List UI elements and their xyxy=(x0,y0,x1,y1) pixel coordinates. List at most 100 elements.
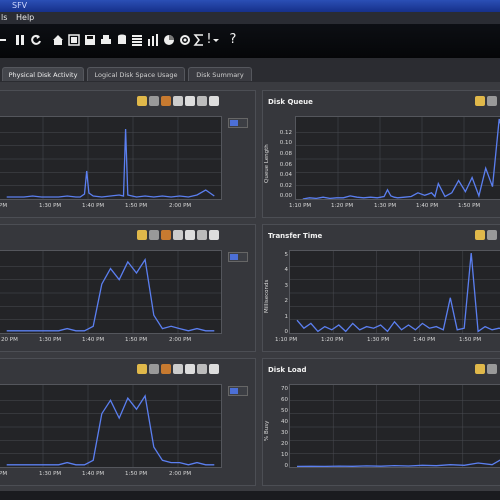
x-tick: 1:30 PM xyxy=(39,471,62,477)
panel-disk-queue: Disk Queue Queue Length 0.12 0.10 0.08 0… xyxy=(262,90,500,218)
print-chart-icon[interactable] xyxy=(209,96,219,106)
panel-title: Disk Load xyxy=(268,366,307,374)
filter-icon[interactable] xyxy=(173,230,183,240)
y-tick: 40 xyxy=(281,419,288,425)
x-tick: 2:00 PM xyxy=(169,337,192,343)
palette-icon[interactable] xyxy=(149,230,159,240)
zoom-icon[interactable] xyxy=(137,96,147,106)
database-icon[interactable] xyxy=(116,30,128,50)
settings-icon[interactable] xyxy=(179,30,191,50)
legend-toggle[interactable] xyxy=(228,386,248,396)
y-tick: 0.04 xyxy=(279,172,292,178)
trend-icon[interactable] xyxy=(161,364,171,374)
plot-area xyxy=(0,250,222,334)
x-tick: 1:50 PM xyxy=(125,471,148,477)
print-chart-icon[interactable] xyxy=(209,230,219,240)
panel-transfer-time: Transfer Time Milliseconds 5 4 3 2 1 0 1… xyxy=(262,224,500,352)
table-view-icon[interactable] xyxy=(185,364,195,374)
y-tick: 2 xyxy=(284,298,289,304)
x-tick: 1:50 PM xyxy=(459,337,482,343)
x-tick: 20 PM xyxy=(1,337,18,343)
stop-icon[interactable] xyxy=(0,30,8,50)
series-line xyxy=(6,128,215,198)
y-tick: 0.06 xyxy=(279,162,292,168)
series-line xyxy=(6,394,215,466)
zoom-icon[interactable] xyxy=(137,364,147,374)
x-tick: 1:40 PM xyxy=(82,337,105,343)
y-tick: 0.02 xyxy=(279,183,292,189)
help-icon[interactable]: ? xyxy=(226,30,240,50)
legend-toggle[interactable] xyxy=(228,252,248,262)
panel-mid-left: 20 PM 1:30 PM 1:40 PM 1:50 PM 2:00 PM xyxy=(0,224,256,352)
x-tick: 1:40 PM xyxy=(82,471,105,477)
zoom-icon[interactable] xyxy=(475,230,485,240)
save-icon[interactable] xyxy=(84,30,96,50)
plot-area xyxy=(0,116,222,200)
palette-icon[interactable] xyxy=(149,96,159,106)
plot-area xyxy=(0,384,222,468)
x-tick: 2:00 PM xyxy=(169,471,192,477)
x-tick: 1:20 PM xyxy=(331,203,354,209)
legend-toggle[interactable] xyxy=(228,118,248,128)
palette-icon[interactable] xyxy=(487,364,497,374)
tab-disk-summary[interactable]: Disk Summary xyxy=(188,67,252,81)
x-tick: 1:50 PM xyxy=(125,337,148,343)
filter-icon[interactable] xyxy=(173,96,183,106)
print-icon[interactable] xyxy=(100,30,112,50)
refresh-icon[interactable] xyxy=(30,30,42,50)
x-tick: 1:50 PM xyxy=(458,203,481,209)
trend-icon[interactable] xyxy=(161,230,171,240)
table-view-icon[interactable] xyxy=(185,230,195,240)
y-tick: 3 xyxy=(284,283,289,289)
dashboard-content: PM 1:30 PM 1:40 PM 1:50 PM 2:00 PM 20 PM… xyxy=(0,82,500,500)
save-chart-icon[interactable] xyxy=(197,96,207,106)
x-tick: 1:30 PM xyxy=(374,203,397,209)
menu-item-tools[interactable]: ls xyxy=(1,12,7,24)
x-tick: 1:50 PM xyxy=(125,203,148,209)
print-chart-icon[interactable] xyxy=(209,364,219,374)
info-dropdown-icon[interactable] xyxy=(213,30,219,50)
zoom-icon[interactable] xyxy=(475,96,485,106)
panel-bottom-left: PM 1:30 PM 1:40 PM 1:50 PM 2:00 PM xyxy=(0,358,256,486)
window-titlebar: SFV xyxy=(0,0,500,12)
plot-area xyxy=(295,116,500,200)
save-chart-icon[interactable] xyxy=(197,364,207,374)
pie-chart-icon[interactable] xyxy=(163,30,175,50)
pause-icon[interactable] xyxy=(14,30,26,50)
panel-toolbar xyxy=(137,363,219,377)
save-chart-icon[interactable] xyxy=(197,230,207,240)
filter-icon[interactable] xyxy=(173,364,183,374)
window-title: SFV xyxy=(12,1,28,10)
table-view-icon[interactable] xyxy=(185,96,195,106)
x-tick: PM xyxy=(0,471,8,477)
panel-toolbar xyxy=(475,229,497,243)
trend-icon[interactable] xyxy=(161,96,171,106)
palette-icon[interactable] xyxy=(487,96,497,106)
zoom-icon[interactable] xyxy=(475,364,485,374)
menu-bar: ls Help xyxy=(0,12,500,24)
panel-disk-load: Disk Load % Busy 70 60 50 40 30 20 10 0 xyxy=(262,358,500,486)
y-tick: 0 xyxy=(284,463,289,469)
y-tick: 50 xyxy=(281,408,288,414)
panel-title: Transfer Time xyxy=(268,232,323,240)
y-tick: 60 xyxy=(281,397,288,403)
x-tick: 1:30 PM xyxy=(39,337,62,343)
table-icon[interactable] xyxy=(131,30,143,50)
y-tick: 0 xyxy=(284,329,289,335)
panel-toolbar xyxy=(475,363,497,377)
y-tick: 5 xyxy=(284,252,289,258)
palette-icon[interactable] xyxy=(149,364,159,374)
tab-logical-disk-space-usage[interactable]: Logical Disk Space Usage xyxy=(87,67,185,81)
y-tick: 0.08 xyxy=(279,151,292,157)
bar-chart-icon[interactable] xyxy=(147,30,159,50)
home-icon[interactable] xyxy=(52,30,64,50)
tab-physical-disk-activity[interactable]: Physical Disk Activity xyxy=(2,67,84,81)
panel-top-left: PM 1:30 PM 1:40 PM 1:50 PM 2:00 PM xyxy=(0,90,256,218)
layout-icon[interactable] xyxy=(68,30,80,50)
plot-area xyxy=(289,384,500,468)
zoom-icon[interactable] xyxy=(137,230,147,240)
palette-icon[interactable] xyxy=(487,230,497,240)
menu-item-help[interactable]: Help xyxy=(16,12,34,24)
status-bar xyxy=(0,491,500,500)
x-tick: 1:30 PM xyxy=(39,203,62,209)
